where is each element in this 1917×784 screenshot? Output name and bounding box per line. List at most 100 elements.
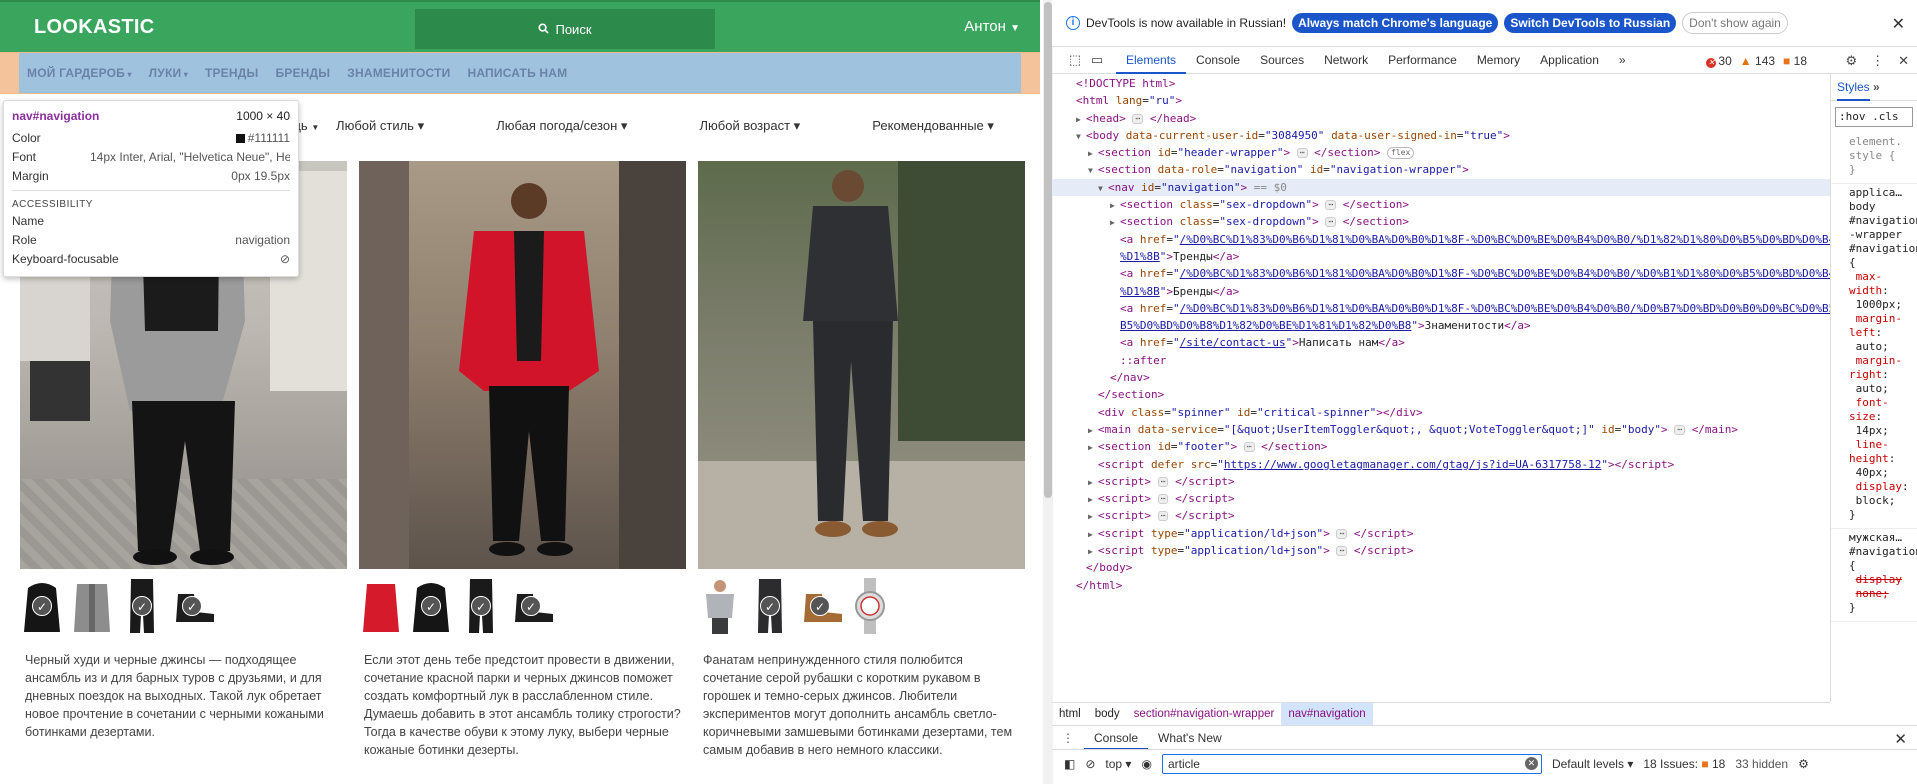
filter-dropdown[interactable]: Любой возраст ▾ <box>700 118 801 134</box>
close-icon[interactable]: ✕ <box>1898 53 1909 69</box>
close-icon[interactable]: ✕ <box>1892 14 1905 34</box>
inspect-key: Role <box>12 233 37 247</box>
nav-link-label: БРЕНДЫ <box>275 66 331 80</box>
error-icon: ✕ <box>1706 57 1717 68</box>
issue-icon: ■ <box>1701 756 1709 771</box>
devtools-tab[interactable]: Elements <box>1116 47 1187 74</box>
item-boots[interactable]: ✓ <box>509 576 553 636</box>
outfit-card[interactable]: ✓ ✓ Фанатам непринужденного стиля полюби… <box>698 161 1025 759</box>
drawer-menu-icon[interactable]: ⋮ <box>1052 731 1084 745</box>
outfit-description: Если этот день тебе предстоит провести в… <box>364 653 681 757</box>
item-boots[interactable]: ✓ <box>170 576 214 636</box>
item-jeans[interactable]: ✓ <box>459 576 503 636</box>
sidebar-toggle-icon[interactable]: ◧ <box>1064 757 1075 771</box>
device-toolbar-icon[interactable]: ▭ <box>1086 52 1108 68</box>
nav-link[interactable]: МОЙ ГАРДЕРОБ ▾ <box>27 66 132 80</box>
switch-language-button[interactable]: Switch DevTools to Russian <box>1504 13 1677 33</box>
styles-filter[interactable]: :hov .cls <box>1835 107 1913 127</box>
nav-link[interactable]: ЛУКИ ▾ <box>149 66 188 80</box>
devtools-tab[interactable]: Console <box>1186 47 1250 74</box>
nav-link[interactable]: ЗНАМЕНИТОСТИ <box>347 66 450 80</box>
devtools-tabbar: ⬚ ▭ Elements Console Sources Network Perform… <box>1052 47 1917 74</box>
more-tabs-icon[interactable]: » <box>1609 47 1636 74</box>
drawer-tabbar: ⋮ Console What's New ✕ <box>1052 725 1917 750</box>
info-icon: i <box>1066 16 1080 30</box>
clear-filter-icon[interactable]: ✕ <box>1524 756 1538 770</box>
check-icon: ✓ <box>760 596 780 616</box>
console-toolbar: ◧ ⊘ top ▾ ◉ article ✕ Default levels ▾ 18… <box>1052 749 1917 777</box>
item-tshirt[interactable] <box>698 576 742 636</box>
nav-link[interactable]: БРЕНДЫ <box>275 66 330 80</box>
main-navigation: МОЙ ГАРДЕРОБ ▾ ЛУКИ ▾ ТРЕНДЫ БРЕНДЫ ЗНАМЕНИТ… <box>0 52 1040 94</box>
user-menu[interactable]: Антон ▼ <box>964 18 1020 35</box>
site-logo[interactable]: LOOKASTIC <box>34 16 154 39</box>
close-icon[interactable]: ✕ <box>1894 730 1907 748</box>
margin-highlight-left <box>0 53 19 93</box>
nav-link[interactable]: НАПИСАТЬ НАМ <box>467 66 567 80</box>
levels-select[interactable]: Default levels ▾ <box>1552 757 1633 771</box>
filter-dropdown[interactable]: Любая погода/сезон ▾ <box>496 118 627 134</box>
elements-tree[interactable]: <!DOCTYPE html> <html lang="ru"> ▶ <head>… <box>1052 74 1830 702</box>
context-select[interactable]: top ▾ <box>1105 757 1131 771</box>
item-watch[interactable] <box>848 576 892 636</box>
inspect-size: 1000 × 40 <box>236 109 290 123</box>
item-hoodie[interactable]: ✓ <box>409 576 453 636</box>
scrollbar-thumb[interactable] <box>1044 2 1052 498</box>
devtools-tab[interactable]: Application <box>1530 47 1609 74</box>
inspect-selector: nav#navigation <box>12 109 100 123</box>
item-jacket[interactable] <box>70 576 114 636</box>
breadcrumb-item[interactable]: body <box>1088 703 1127 725</box>
outfit-items: ✓ ✓ <box>698 575 1025 637</box>
check-icon: ✓ <box>521 596 541 616</box>
breadcrumb-item[interactable]: nav#navigation <box>1281 702 1373 725</box>
search-button[interactable]: Поиск <box>415 9 715 49</box>
drawer-tab-console[interactable]: Console <box>1084 726 1149 750</box>
console-filter-input[interactable]: article ✕ <box>1161 753 1542 774</box>
drawer-tab-whats-new[interactable]: What's New <box>1148 726 1232 750</box>
outfit-photo[interactable] <box>698 161 1025 569</box>
search-icon <box>538 22 550 37</box>
outfit-description: Черный худи и черные джинсы — подходящее… <box>25 653 324 739</box>
margin-highlight-right <box>1021 53 1040 93</box>
styles-tab[interactable]: Styles <box>1837 80 1870 101</box>
color-swatch <box>235 134 245 144</box>
eye-icon[interactable]: ◉ <box>1141 757 1151 771</box>
nav-link[interactable]: ТРЕНДЫ <box>205 66 259 80</box>
filter-bar: Любой стиль ▾ Любая погода/сезон ▾ Любой в… <box>300 118 1030 134</box>
devtools-tab[interactable]: Network <box>1314 47 1378 74</box>
breadcrumb-item[interactable]: section#navigation-wrapper <box>1127 703 1282 725</box>
devtools-infobar: i DevTools is now available in Russian! … <box>1052 0 1917 47</box>
filter-label: Любой стиль <box>336 118 414 133</box>
styles-pane[interactable]: Styles » :hov .cls element. style {} appl… <box>1830 74 1917 702</box>
gear-icon[interactable]: ⚙ <box>1845 53 1857 69</box>
filter-dropdown[interactable]: Любой стиль ▾ <box>336 118 424 134</box>
match-language-button[interactable]: Always match Chrome's language <box>1292 13 1499 33</box>
devtools-tab[interactable]: Sources <box>1250 47 1314 74</box>
dont-show-button[interactable]: Don't show again <box>1682 12 1788 34</box>
outfit-card[interactable]: ✓ ✓ ✓ Если этот день тебе предстоит пров… <box>359 161 686 759</box>
filter-label: Любой возраст <box>699 118 791 133</box>
clear-console-icon[interactable]: ⊘ <box>1085 757 1095 771</box>
item-hoodie[interactable]: ✓ <box>20 576 64 636</box>
kebab-menu-icon[interactable]: ⋮ <box>1871 53 1884 69</box>
devtools-tab[interactable]: Memory <box>1467 47 1530 74</box>
inspect-key: Keyboard-focusable <box>12 252 119 266</box>
gear-icon[interactable]: ⚙ <box>1798 757 1809 771</box>
devtools-tab[interactable]: Performance <box>1378 47 1467 74</box>
caret-down-icon: ▾ <box>983 118 994 133</box>
outfit-photo[interactable] <box>359 161 686 569</box>
inspect-element-icon[interactable]: ⬚ <box>1064 52 1086 68</box>
devtools-actions: ⚙ ⋮ ✕ <box>1845 47 1909 74</box>
item-boots[interactable]: ✓ <box>798 576 842 636</box>
issues-link[interactable]: 18 Issues: ■ 18 <box>1643 757 1725 771</box>
item-parka[interactable] <box>359 576 403 636</box>
not-focusable-icon: ⊘ <box>279 252 290 266</box>
info-message: DevTools is now available in Russian! <box>1086 16 1287 30</box>
issue-counters[interactable]: ✕ 30 ▲ 143 ■ 18 <box>1706 47 1807 74</box>
warning-count: 143 <box>1755 53 1776 68</box>
breadcrumb-item[interactable]: html <box>1052 703 1088 725</box>
filter-dropdown[interactable]: Рекомендованные ▾ <box>872 118 994 134</box>
item-jeans[interactable]: ✓ <box>120 576 164 636</box>
item-jeans[interactable]: ✓ <box>748 576 792 636</box>
inspect-value: #111111 <box>247 131 290 145</box>
